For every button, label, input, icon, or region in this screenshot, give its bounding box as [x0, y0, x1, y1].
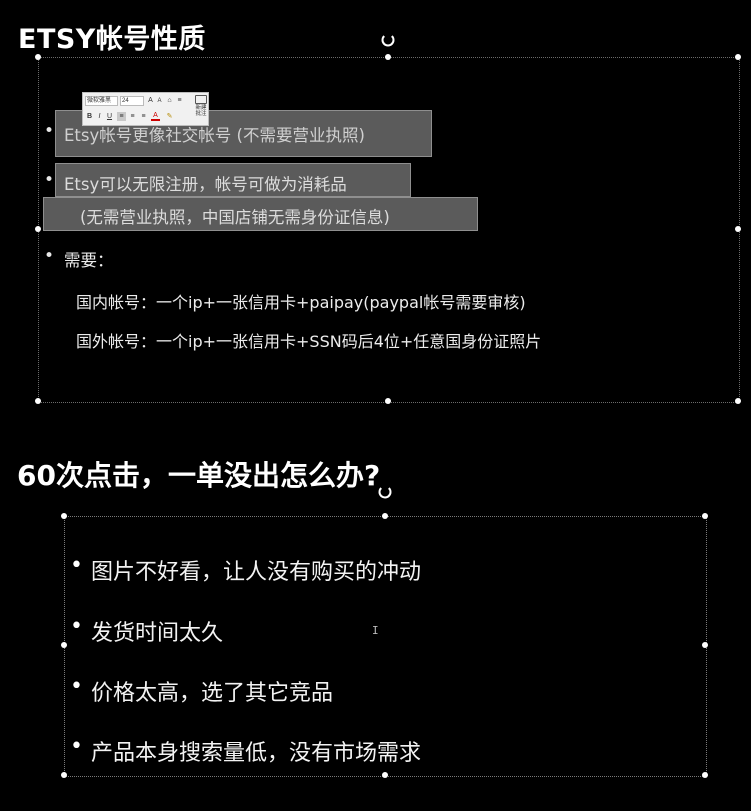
bullet-text-no-license[interactable]: (无需营业执照，中国店铺无需身份证信息)	[80, 204, 390, 228]
slide-title-no-orders: 60次点击，一单没出怎么办?	[17, 459, 381, 492]
align-right-icon[interactable]: ≡	[139, 112, 148, 121]
resize-handle-left[interactable]	[35, 226, 41, 232]
reason-bad-images[interactable]: 图片不好看，让人没有购买的冲动	[91, 554, 421, 586]
font-color-button[interactable]: A	[151, 112, 160, 121]
resize-handle-top-left[interactable]	[35, 54, 41, 60]
slide-title-account-nature: ETSY帐号性质	[18, 24, 206, 55]
align-left-icon[interactable]: ≡	[117, 112, 126, 121]
resize-handle-top[interactable]	[385, 54, 391, 60]
rotate-handle-icon[interactable]	[381, 33, 395, 47]
resize-handle-bottom-right[interactable]	[702, 772, 708, 778]
comment-icon	[195, 95, 207, 104]
resize-handle-top-right[interactable]	[735, 54, 741, 60]
bold-button[interactable]: B	[85, 112, 94, 121]
format-painter-icon[interactable]: ⌂	[165, 96, 174, 105]
requirement-foreign-account[interactable]: 国外帐号：一个ip+一张信用卡+SSN码后4位+任意国身份证照片	[76, 328, 541, 352]
list-icon[interactable]: ≡	[175, 96, 184, 105]
font-size-select[interactable]: 24	[120, 96, 144, 106]
resize-handle-top-right[interactable]	[702, 513, 708, 519]
resize-handle-top-left[interactable]	[61, 513, 67, 519]
italic-button[interactable]: I	[95, 112, 104, 121]
text-cursor-icon: I	[372, 624, 379, 637]
reason-price-too-high[interactable]: 价格太高，选了其它竞品	[91, 675, 333, 707]
rotate-handle-icon[interactable]	[378, 485, 392, 499]
resize-handle-bottom-right[interactable]	[735, 398, 741, 404]
resize-handle-right[interactable]	[735, 226, 741, 232]
bullet-dot: •	[70, 674, 83, 699]
new-comment-button[interactable]: 新建批注	[193, 95, 209, 117]
bullet-dot: •	[44, 170, 55, 190]
bullet-dot: •	[44, 121, 55, 141]
resize-handle-left[interactable]	[61, 642, 67, 648]
shrink-font-button[interactable]: A	[155, 97, 164, 106]
bullet-text-unlimited-registration[interactable]: Etsy可以无限注册，帐号可做为消耗品	[64, 171, 347, 195]
font-name-select[interactable]: 微软雅黑	[85, 96, 118, 106]
resize-handle-right[interactable]	[702, 642, 708, 648]
highlight-pen-icon[interactable]: ✎	[165, 112, 174, 121]
align-center-icon[interactable]: ≡	[128, 112, 137, 121]
reason-low-search-volume[interactable]: 产品本身搜索量低，没有市场需求	[91, 735, 421, 767]
bullet-dot: •	[44, 246, 55, 266]
bullet-dot: •	[70, 553, 83, 578]
underline-button[interactable]: U	[105, 112, 114, 121]
resize-handle-bottom[interactable]	[382, 772, 388, 778]
grow-font-button[interactable]: A	[146, 96, 155, 105]
mini-format-toolbar: 微软雅黑 24 A A ⌂ ≡ B I U ≡ ≡ ≡ A ✎ 新建批注	[82, 92, 209, 126]
resize-handle-bottom-left[interactable]	[35, 398, 41, 404]
resize-handle-bottom[interactable]	[385, 398, 391, 404]
reason-slow-shipping[interactable]: 发货时间太久	[91, 615, 223, 647]
resize-handle-bottom-left[interactable]	[61, 772, 67, 778]
new-comment-label: 新建批注	[195, 105, 207, 117]
resize-handle-top[interactable]	[382, 513, 388, 519]
bullet-dot: •	[70, 614, 83, 639]
requirement-domestic-account[interactable]: 国内帐号：一个ip+一张信用卡+paipay(paypal帐号需要审核)	[76, 289, 526, 313]
bullet-dot: •	[70, 734, 83, 759]
bullet-text-requirements[interactable]: 需要：	[64, 247, 114, 271]
